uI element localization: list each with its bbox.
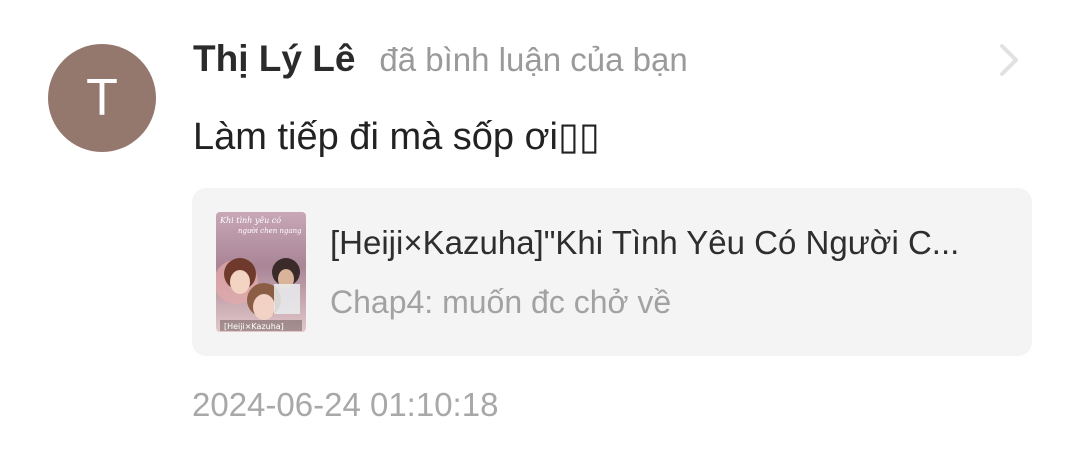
notification-header: Thị Lý Lê đã bình luận của bạn (193, 38, 688, 88)
story-title[interactable]: [Heiji×Kazuha]"Khi Tình Yêu Có Người C..… (330, 224, 1002, 262)
timestamp: 2024-06-24 01:10:18 (192, 386, 499, 423)
story-cover-image: Khi tình yêu có người chen ngang [Heiji×… (216, 212, 306, 332)
chevron-right-icon[interactable] (994, 42, 1024, 78)
story-card[interactable]: Khi tình yêu có người chen ngang [Heiji×… (192, 188, 1032, 356)
cover-title-top: Khi tình yêu có (219, 216, 281, 225)
user-avatar[interactable]: T (48, 44, 156, 152)
chapter-title[interactable]: Chap4: muốn đc chở về (330, 284, 1002, 321)
cover-title-mid: người chen ngang (238, 227, 302, 235)
avatar-initial: T (86, 69, 118, 127)
cover-title-bottom: [Heiji×Kazuha] (224, 322, 284, 331)
action-text: đã bình luận của bạn (379, 41, 688, 78)
comment-text: Làm tiếp đi mà sốp ơi▯▯ (193, 116, 600, 158)
comment-notification[interactable]: T Thị Lý Lê đã bình luận của bạn Làm tiế… (0, 0, 1080, 476)
user-name[interactable]: Thị Lý Lê (193, 38, 355, 80)
